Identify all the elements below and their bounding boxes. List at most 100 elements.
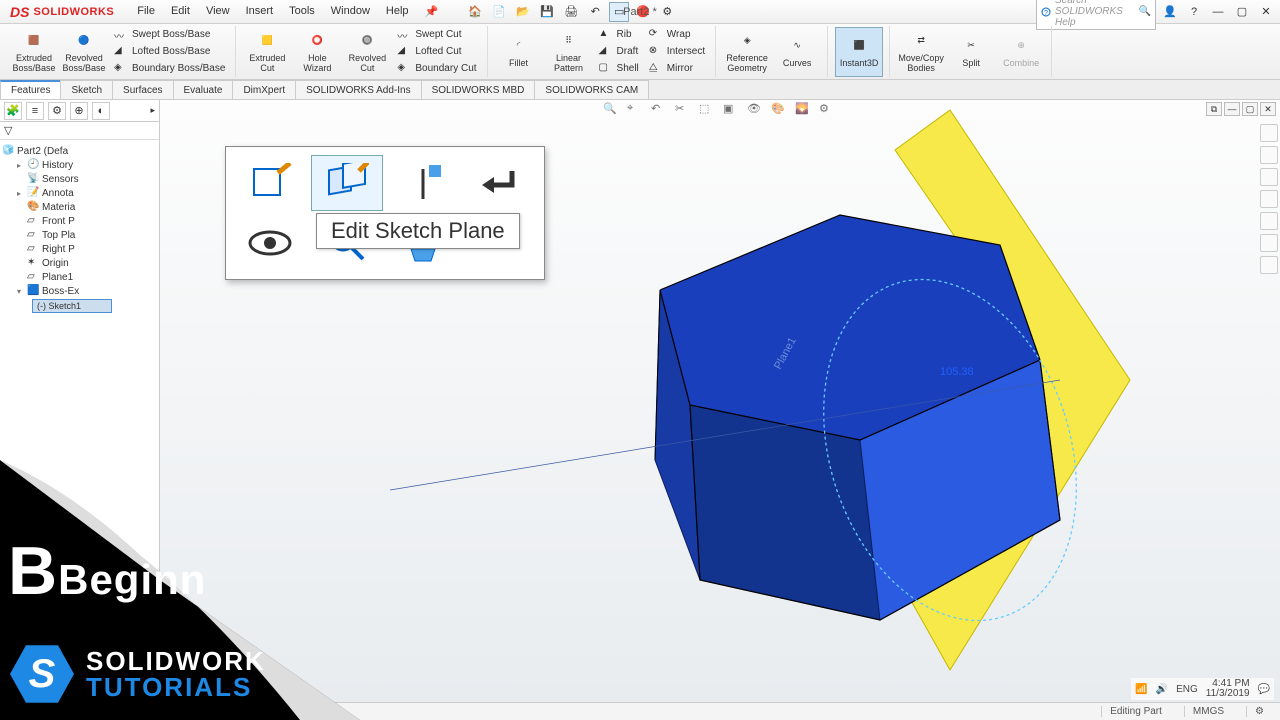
tab-sketch[interactable]: Sketch <box>60 80 113 99</box>
search-help-box[interactable]: ? Search SOLIDWORKS Help 🔍 <box>1036 0 1156 30</box>
minimize-icon[interactable]: — <box>1208 3 1228 21</box>
taskpane-explore-icon[interactable] <box>1260 168 1278 186</box>
taskpane-forum-icon[interactable] <box>1260 256 1278 274</box>
tab-cam[interactable]: SOLIDWORKS CAM <box>534 80 649 99</box>
extruded-boss-button[interactable]: 🟫Extruded Boss/Base <box>10 27 58 77</box>
tree-sensors[interactable]: 📡Sensors <box>2 172 157 186</box>
property-tab-icon[interactable]: ≡ <box>26 102 44 120</box>
help-icon: ? <box>1041 7 1051 17</box>
revolved-boss-button[interactable]: 🔵Revolved Boss/Base <box>60 27 108 77</box>
menu-bar: File Edit View Insert Tools Window Help … <box>130 2 445 21</box>
menu-insert[interactable]: Insert <box>239 2 281 21</box>
wrap-button[interactable]: ⟳Wrap <box>645 27 709 43</box>
tab-surfaces[interactable]: Surfaces <box>112 80 173 99</box>
tree-plane1[interactable]: ▱Plane1 <box>2 270 157 284</box>
tree-boss-extrude[interactable]: ▾🟦Boss-Ex <box>2 284 157 298</box>
mirror-button[interactable]: ⧋Mirror <box>645 61 709 77</box>
status-mode: Editing Part <box>1101 706 1170 717</box>
curves-button[interactable]: ∿Curves <box>773 27 821 77</box>
filter-icon[interactable]: ▽ <box>0 122 159 140</box>
tree-origin[interactable]: ✶Origin <box>2 256 157 270</box>
taskpane-appear-icon[interactable] <box>1260 212 1278 230</box>
menu-file[interactable]: File <box>130 2 162 21</box>
tree-top-plane[interactable]: ▱Top Pla <box>2 228 157 242</box>
tab-addins[interactable]: SOLIDWORKS Add-Ins <box>295 80 421 99</box>
user-icon[interactable]: 👤 <box>1160 3 1180 21</box>
help-dropdown-icon[interactable]: ? <box>1184 3 1204 21</box>
tree-material[interactable]: 🎨Materia <box>2 200 157 214</box>
config-tab-icon[interactable]: ⚙ <box>48 102 66 120</box>
ctx-edit-sketch-icon[interactable] <box>234 155 307 211</box>
system-tray: 📶 🔊 ENG 4:41 PM 11/3/2019 💬 <box>1131 678 1274 700</box>
sidebar-arrow-icon[interactable]: ▸ <box>150 105 155 116</box>
close-icon[interactable]: ✕ <box>1256 3 1276 21</box>
swept-cut-button[interactable]: 〰Swept Cut <box>393 27 480 43</box>
undo-icon[interactable]: ↶ <box>585 2 605 22</box>
tray-date: 11/3/2019 <box>1206 688 1250 699</box>
intersect-button[interactable]: ⊗Intersect <box>645 44 709 60</box>
ctx-normal-to-icon[interactable] <box>387 155 460 211</box>
feature-tree-tab-icon[interactable]: 🧩 <box>4 102 22 120</box>
tree-front-plane[interactable]: ▱Front P <box>2 214 157 228</box>
menu-pin-icon[interactable]: 📌 <box>418 2 446 21</box>
split-button[interactable]: ✂Split <box>947 27 995 77</box>
maximize-icon[interactable]: ▢ <box>1232 3 1252 21</box>
menu-edit[interactable]: Edit <box>164 2 197 21</box>
revolved-cut-button[interactable]: 🔘Revolved Cut <box>343 27 391 77</box>
taskpane-lib-icon[interactable] <box>1260 146 1278 164</box>
tab-evaluate[interactable]: Evaluate <box>173 80 234 99</box>
linear-pattern-button[interactable]: ⠿Linear Pattern <box>545 27 593 77</box>
new-icon[interactable]: 📄 <box>489 2 509 22</box>
open-icon[interactable]: 📂 <box>513 2 533 22</box>
status-units[interactable]: MMGS <box>1184 706 1232 717</box>
rib-button[interactable]: ▲Rib <box>595 27 643 43</box>
draft-button[interactable]: ◢Draft <box>595 44 643 60</box>
lofted-boss-button[interactable]: ◢Lofted Boss/Base <box>110 44 229 60</box>
taskpane-view-icon[interactable] <box>1260 190 1278 208</box>
print-icon[interactable]: 🖨 <box>561 2 581 22</box>
tree-root[interactable]: 🧊Part2 (Defa <box>2 144 157 158</box>
boundary-boss-button[interactable]: ◈Boundary Boss/Base <box>110 61 229 77</box>
fillet-button[interactable]: ◜Fillet <box>495 27 543 77</box>
display-tab-icon[interactable]: ◐ <box>92 102 110 120</box>
ctx-back-icon[interactable] <box>464 155 537 211</box>
tab-features[interactable]: Features <box>0 80 61 99</box>
dim-tab-icon[interactable]: ⊕ <box>70 102 88 120</box>
tray-sound-icon[interactable]: 🔊 <box>1156 684 1168 695</box>
hole-wizard-button[interactable]: ⭕Hole Wizard <box>293 27 341 77</box>
menu-help[interactable]: Help <box>379 2 416 21</box>
tree-right-plane[interactable]: ▱Right P <box>2 242 157 256</box>
tab-dimxpert[interactable]: DimXpert <box>232 80 296 99</box>
extruded-cut-button[interactable]: 🟨Extruded Cut <box>243 27 291 77</box>
tray-wifi-icon[interactable]: 📶 <box>1135 684 1147 695</box>
swept-boss-button[interactable]: 〰Swept Boss/Base <box>110 27 229 43</box>
menu-tools[interactable]: Tools <box>282 2 322 21</box>
vp-close-icon[interactable]: ✕ <box>1260 102 1276 116</box>
menu-window[interactable]: Window <box>324 2 377 21</box>
ribbon: 🟫Extruded Boss/Base 🔵Revolved Boss/Base … <box>0 24 1280 80</box>
boundary-cut-button[interactable]: ◈Boundary Cut <box>393 61 480 77</box>
ctx-show-icon[interactable] <box>234 215 307 271</box>
tray-lang[interactable]: ENG <box>1176 684 1198 695</box>
shell-button[interactable]: ▢Shell <box>595 61 643 77</box>
lofted-cut-button[interactable]: ◢Lofted Cut <box>393 44 480 60</box>
tree-history[interactable]: ▸🕘History <box>2 158 157 172</box>
instant3d-button[interactable]: ⬛Instant3D <box>835 27 883 77</box>
search-glass-icon[interactable]: 🔍 <box>1139 6 1151 17</box>
taskpane-home-icon[interactable] <box>1260 124 1278 142</box>
tray-notif-icon[interactable]: 💬 <box>1258 684 1270 695</box>
options-icon[interactable]: ⚙ <box>657 2 677 22</box>
tree-sketch1[interactable]: (-) Sketch1 <box>32 299 112 313</box>
svg-text:?: ? <box>1044 10 1048 17</box>
home-icon[interactable]: 🏠 <box>465 2 485 22</box>
save-icon[interactable]: 💾 <box>537 2 557 22</box>
combine-button[interactable]: ⊕Combine <box>997 27 1045 77</box>
status-extra-icon[interactable]: ⚙ <box>1246 706 1272 717</box>
move-copy-button[interactable]: ⇄Move/Copy Bodies <box>897 27 945 77</box>
taskpane-prop-icon[interactable] <box>1260 234 1278 252</box>
ctx-edit-sketch-plane-icon[interactable] <box>311 155 384 211</box>
tree-annotations[interactable]: ▸📝Annota <box>2 186 157 200</box>
reference-geometry-button[interactable]: ◈Reference Geometry <box>723 27 771 77</box>
menu-view[interactable]: View <box>199 2 237 21</box>
tab-mbd[interactable]: SOLIDWORKS MBD <box>421 80 536 99</box>
